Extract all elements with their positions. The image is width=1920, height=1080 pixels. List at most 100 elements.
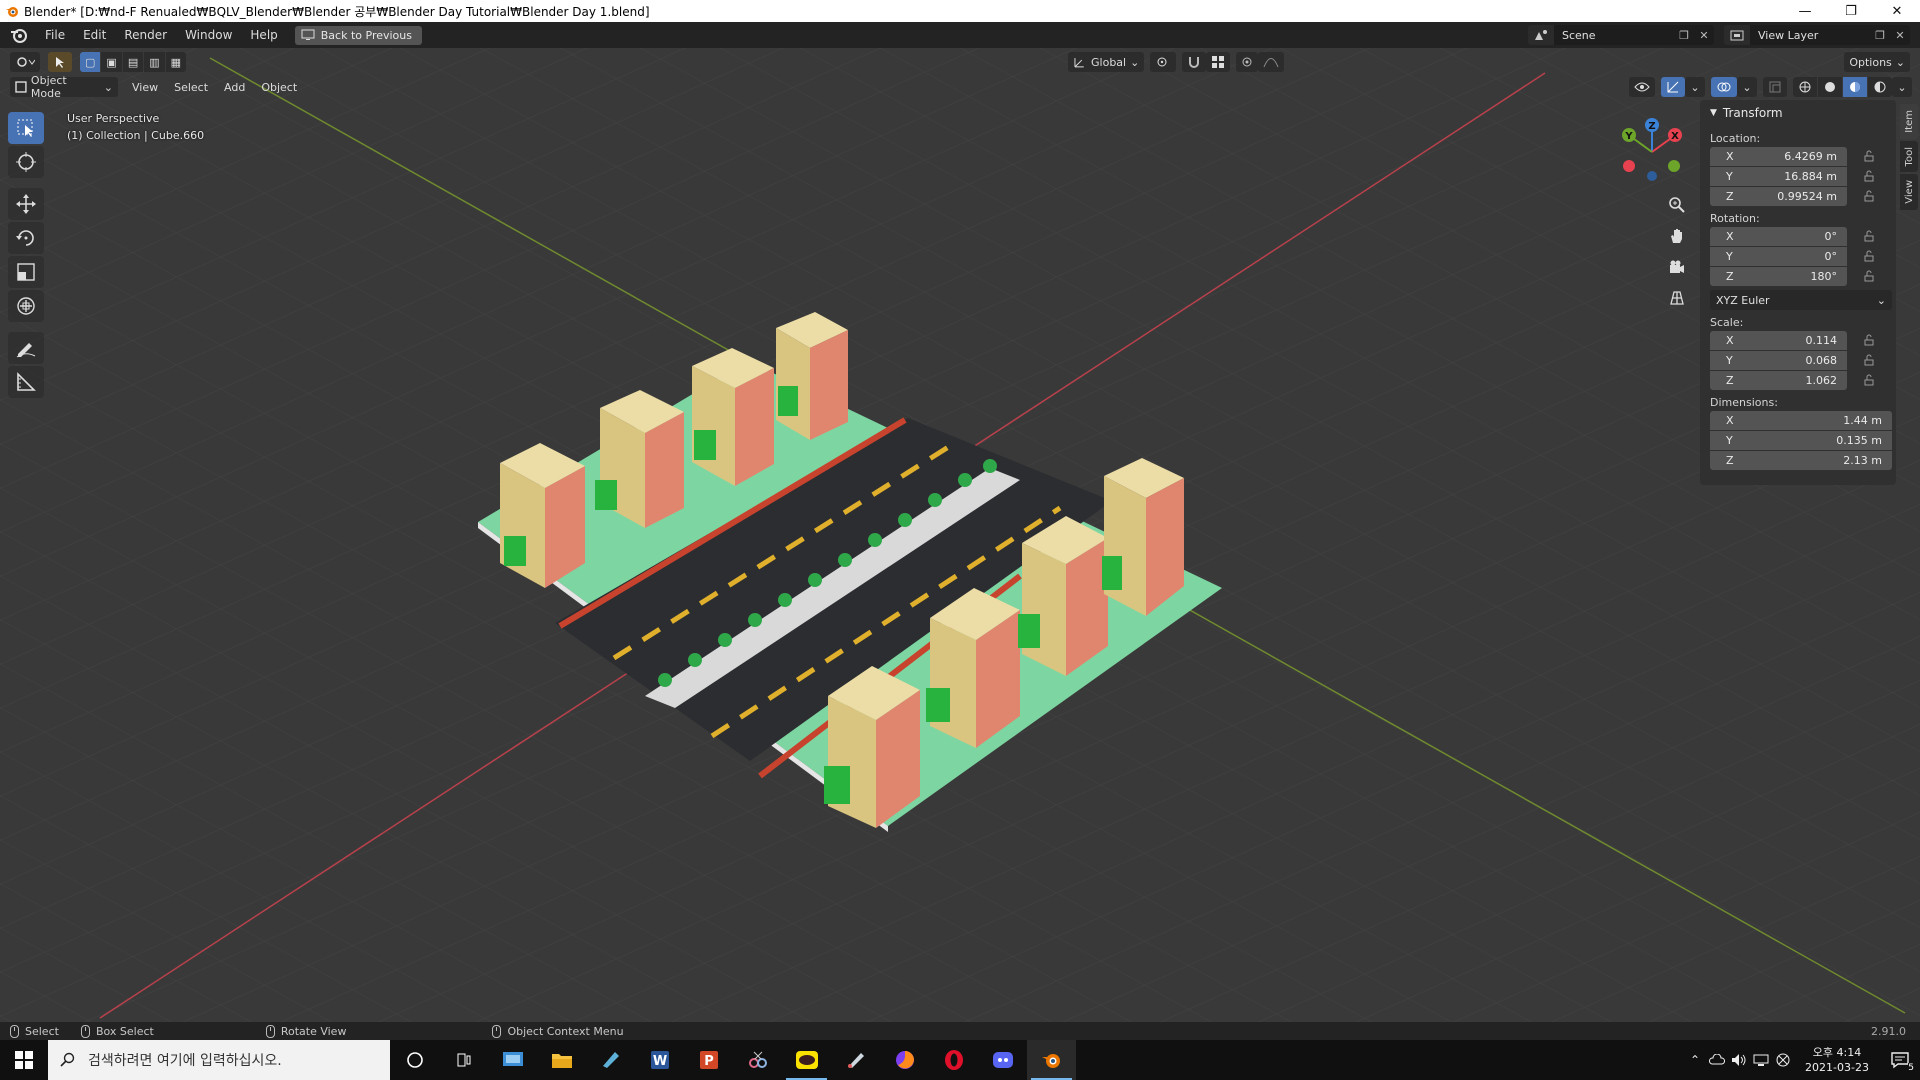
intersect-selection-icon[interactable]: ▦ (165, 52, 187, 72)
transform-orientation-dropdown[interactable]: Global ⌄ (1068, 52, 1145, 72)
menu-edit[interactable]: Edit (74, 28, 115, 42)
tab-tool[interactable]: Tool (1900, 140, 1918, 173)
xray-toggle[interactable] (1763, 77, 1787, 97)
scene-selector[interactable]: Scene ❐ ✕ (1528, 25, 1714, 45)
show-gizmo-toggle[interactable] (1661, 77, 1685, 97)
lock-icon[interactable] (1859, 371, 1879, 390)
rotation-y-field[interactable]: Y 0° (1710, 246, 1847, 266)
opera-icon[interactable] (929, 1040, 978, 1080)
restore-button[interactable]: ❐ (1828, 0, 1874, 22)
scale-z-field[interactable]: Z 1.062 (1710, 370, 1847, 390)
menu-file[interactable]: File (36, 28, 74, 42)
gizmo-neg-x-circle[interactable] (1623, 160, 1635, 172)
viewport-scene[interactable] (0, 48, 1920, 1022)
discord-icon[interactable] (978, 1040, 1027, 1080)
3d-viewport[interactable] (0, 48, 1920, 1022)
chevron-up-icon[interactable]: ⌃ (1684, 1040, 1706, 1080)
zoom-icon[interactable] (1664, 193, 1690, 217)
desktop-app-icon[interactable] (488, 1040, 537, 1080)
lock-icon[interactable] (1859, 247, 1879, 266)
firefox-icon[interactable] (880, 1040, 929, 1080)
proportional-falloff-dropdown[interactable] (1258, 52, 1285, 72)
menu-render[interactable]: Render (115, 28, 176, 42)
subtract-selection-icon[interactable]: ▤ (122, 52, 144, 72)
show-overlays-toggle[interactable] (1711, 77, 1737, 97)
set-new-selection-icon[interactable]: ▢ (80, 52, 101, 72)
menu-select[interactable]: Select (166, 81, 216, 94)
powerpoint-icon[interactable]: P (684, 1040, 733, 1080)
hand-pan-icon[interactable] (1664, 224, 1690, 248)
gizmo-neg-y-circle[interactable] (1668, 160, 1680, 172)
network-icon[interactable] (1750, 1040, 1772, 1080)
select-tool-header-button[interactable] (48, 52, 72, 72)
visibility-selectability-dropdown[interactable] (1629, 77, 1655, 97)
measure-tool[interactable] (8, 366, 44, 398)
object-mode-dropdown[interactable]: Object Mode ⌄ (10, 74, 118, 100)
rotation-mode-dropdown[interactable]: XYZ Euler ⌄ (1710, 290, 1892, 310)
view-layer-selector[interactable]: View Layer ❐ ✕ (1724, 25, 1910, 45)
lock-icon[interactable] (1859, 147, 1879, 166)
dimensions-x-field[interactable]: X 1.44 m (1710, 410, 1892, 430)
shading-options-dropdown[interactable]: ⌄ (1892, 77, 1912, 97)
back-to-previous-button[interactable]: Back to Previous (294, 25, 422, 45)
task-view-icon[interactable] (439, 1040, 488, 1080)
proportional-editing-toggle[interactable] (1236, 52, 1259, 72)
transform-tool[interactable] (8, 290, 44, 322)
menu-help[interactable]: Help (241, 28, 286, 42)
navigation-gizmo[interactable]: Z X Y (1612, 112, 1692, 192)
snap-toggle[interactable] (1182, 52, 1207, 72)
transform-panel-header[interactable]: ▼ Transform (1700, 100, 1896, 126)
camera-view-icon[interactable] (1664, 255, 1690, 279)
solid-shading-icon[interactable] (1818, 77, 1842, 97)
tab-item[interactable]: Item (1900, 104, 1918, 139)
snipping-tool-icon[interactable] (733, 1040, 782, 1080)
word-icon[interactable]: W (635, 1040, 684, 1080)
blender-menu-icon[interactable] (8, 24, 30, 46)
lock-icon[interactable] (1859, 167, 1879, 186)
action-center-button[interactable]: 5 (1880, 1040, 1920, 1080)
lock-icon[interactable] (1859, 351, 1879, 370)
delete-view-layer-icon[interactable]: ✕ (1890, 25, 1910, 45)
wireframe-shading-icon[interactable] (1793, 77, 1817, 97)
taskbar-clock[interactable]: 오후 4:14 2021-03-23 (1794, 1045, 1880, 1075)
menu-window[interactable]: Window (176, 28, 241, 42)
pivot-point-dropdown[interactable] (1150, 52, 1177, 72)
notes-app-icon[interactable] (586, 1040, 635, 1080)
invert-selection-icon[interactable]: ▥ (144, 52, 165, 72)
cursor-tool[interactable] (8, 146, 44, 178)
no-input-icon[interactable] (1772, 1040, 1794, 1080)
minimize-button[interactable]: — (1782, 0, 1828, 22)
rendered-shading-icon[interactable] (1868, 77, 1892, 97)
taskbar-search-box[interactable]: 검색하려면 여기에 입력하십시오. (48, 1040, 390, 1080)
editor-type-button[interactable] (10, 52, 40, 72)
options-dropdown[interactable]: Options ⌄ (1844, 52, 1910, 72)
volume-icon[interactable] (1728, 1040, 1750, 1080)
lock-icon[interactable] (1859, 227, 1879, 246)
menu-add[interactable]: Add (216, 81, 253, 94)
tab-view[interactable]: View (1900, 174, 1918, 210)
extend-selection-icon[interactable]: ▣ (101, 52, 122, 72)
scale-x-field[interactable]: X 0.114 (1710, 330, 1847, 350)
annotate-tool[interactable] (8, 332, 44, 364)
close-button[interactable]: ✕ (1874, 0, 1920, 22)
overlays-options-dropdown[interactable]: ⌄ (1737, 77, 1757, 97)
delete-scene-icon[interactable]: ✕ (1694, 25, 1714, 45)
gizmo-options-dropdown[interactable]: ⌄ (1685, 77, 1705, 97)
dimensions-z-field[interactable]: Z 2.13 m (1710, 450, 1892, 470)
menu-view[interactable]: View (124, 81, 166, 94)
move-tool[interactable] (8, 188, 44, 220)
snap-element-dropdown[interactable] (1206, 52, 1231, 72)
scene-name-field[interactable]: Scene (1554, 29, 1674, 42)
start-button[interactable] (0, 1040, 48, 1080)
select-box-tool[interactable] (8, 112, 44, 144)
kakaotalk-icon[interactable] (782, 1040, 831, 1080)
lock-icon[interactable] (1859, 267, 1879, 286)
material-preview-icon[interactable] (1843, 77, 1867, 97)
new-view-layer-icon[interactable]: ❐ (1870, 25, 1890, 45)
scale-tool[interactable] (8, 256, 44, 288)
file-explorer-icon[interactable] (537, 1040, 586, 1080)
cortana-icon[interactable] (390, 1040, 439, 1080)
new-scene-icon[interactable]: ❐ (1674, 25, 1694, 45)
dimensions-y-field[interactable]: Y 0.135 m (1710, 430, 1892, 450)
blender-taskbar-icon[interactable] (1027, 1040, 1076, 1080)
